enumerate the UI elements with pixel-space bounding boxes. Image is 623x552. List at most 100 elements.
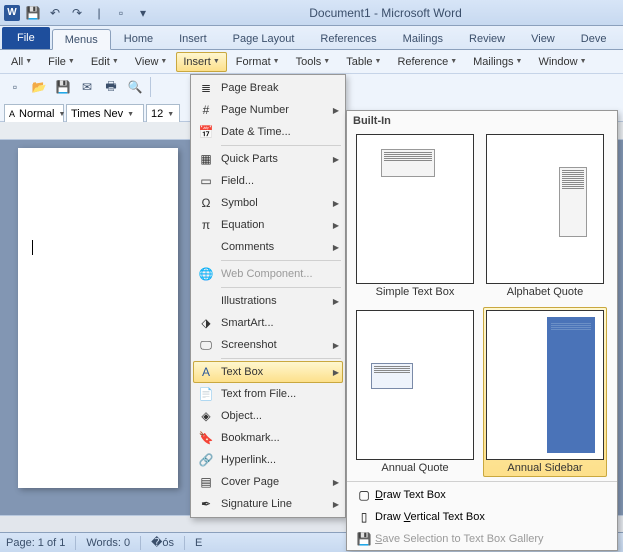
menu-window[interactable]: Window▼ (531, 52, 593, 72)
draw-textbox-icon: ▢ (353, 488, 375, 502)
status-proof-icon[interactable]: �ós (151, 536, 174, 549)
draw-vertical-text-box[interactable]: ▯Draw Vertical Text Box (347, 506, 617, 528)
menu-comments[interactable]: Comments▶ (193, 236, 343, 258)
menu-object[interactable]: ◈Object... (193, 405, 343, 427)
menu-file[interactable]: File▼ (41, 52, 82, 72)
tab-view[interactable]: View (518, 28, 568, 49)
save-selection-gallery: 💾Save Selection to Text Box Gallery (347, 528, 617, 550)
print-icon[interactable]: 🖶 (100, 76, 122, 98)
field-icon: ▭ (195, 172, 217, 190)
titlebar: W 💾 ↶ ↷ | ▫ ▾ Document1 - Microsoft Word (0, 0, 623, 26)
menu-date-time[interactable]: 📅Date & Time... (193, 121, 343, 143)
font-combo[interactable]: Times Nev▼ (66, 104, 144, 124)
gallery-separator (347, 481, 617, 482)
gallery-annual-sidebar[interactable]: Annual Sidebar (483, 307, 607, 477)
status-words[interactable]: Words: 0 (86, 537, 130, 549)
cover-page-icon: ▤ (195, 473, 217, 491)
menu-symbol[interactable]: ΩSymbol▶ (193, 192, 343, 214)
tab-references[interactable]: References (307, 28, 389, 49)
save-selection-icon: 💾 (353, 532, 375, 546)
tab-developer[interactable]: Deve (568, 28, 620, 49)
page-break-icon: ≣ (195, 79, 217, 97)
menu-all[interactable]: All▼ (4, 52, 39, 72)
open-icon[interactable]: 📂 (28, 76, 50, 98)
menu-mailings[interactable]: Mailings▼ (466, 52, 529, 72)
bookmark-icon: 🔖 (195, 429, 217, 447)
new-icon[interactable]: ▫ (4, 76, 26, 98)
tab-mailings[interactable]: Mailings (390, 28, 456, 49)
text-box-icon: A (195, 363, 217, 381)
text-file-icon: 📄 (195, 385, 217, 403)
draw-text-box[interactable]: ▢Draw Text Box (347, 484, 617, 506)
tab-file[interactable]: File (2, 27, 50, 49)
gallery-alphabet-quote[interactable]: Alphabet Quote (483, 131, 607, 301)
menu-page-break[interactable]: ≣Page Break (193, 77, 343, 99)
menu-separator (221, 145, 341, 146)
menu-text-box[interactable]: AText Box▶ (193, 361, 343, 383)
status-sep (140, 536, 141, 550)
menu-insert[interactable]: Insert▼ (176, 52, 226, 72)
tab-home[interactable]: Home (111, 28, 166, 49)
menu-table[interactable]: Table▼ (339, 52, 388, 72)
menu-equation[interactable]: πEquation▶ (193, 214, 343, 236)
status-sep (75, 536, 76, 550)
menu-illustrations[interactable]: Illustrations▶ (193, 290, 343, 312)
tab-pagelayout[interactable]: Page Layout (220, 28, 308, 49)
gallery-simple-text-box[interactable]: Simple Text Box (353, 131, 477, 301)
toolbar-sep (150, 77, 151, 97)
save-icon[interactable]: 💾 (24, 4, 42, 22)
menu-separator (221, 260, 341, 261)
size-combo[interactable]: 12▼ (146, 104, 180, 124)
qat-sep-icon: | (90, 4, 108, 22)
redo-icon[interactable]: ↷ (68, 4, 86, 22)
menu-quick-parts[interactable]: ▦Quick Parts▶ (193, 148, 343, 170)
menu-tools[interactable]: Tools▼ (289, 52, 338, 72)
quick-access-toolbar: 💾 ↶ ↷ | ▫ ▾ (24, 4, 152, 22)
menu-format[interactable]: Format▼ (229, 52, 287, 72)
classic-menubar: All▼ File▼ Edit▼ View▼ Insert▼ Format▼ T… (0, 50, 623, 74)
text-box-gallery: Built-In Simple Text Box Alphabet Quote … (346, 110, 618, 551)
tab-review[interactable]: Review (456, 28, 518, 49)
screenshot-icon: 🖵 (195, 336, 217, 354)
page-number-icon: # (195, 101, 217, 119)
text-cursor (32, 240, 33, 255)
menu-field[interactable]: ▭Field... (193, 170, 343, 192)
menu-reference[interactable]: Reference▼ (390, 52, 464, 72)
preview-icon[interactable]: 🔍 (124, 76, 146, 98)
status-page[interactable]: Page: 1 of 1 (6, 537, 65, 549)
menu-cover-page[interactable]: ▤Cover Page▶ (193, 471, 343, 493)
menu-edit[interactable]: Edit▼ (84, 52, 126, 72)
menu-separator (221, 287, 341, 288)
symbol-icon: Ω (195, 194, 217, 212)
menu-hyperlink[interactable]: 🔗Hyperlink... (193, 449, 343, 471)
menu-screenshot[interactable]: 🖵Screenshot▶ (193, 334, 343, 356)
menu-web-component: 🌐Web Component... (193, 263, 343, 285)
menu-signature-line[interactable]: ✒Signature Line▶ (193, 493, 343, 515)
qat-customize-icon[interactable]: ▾ (134, 4, 152, 22)
new-doc-icon[interactable]: ▫ (112, 4, 130, 22)
object-icon: ◈ (195, 407, 217, 425)
gallery-annual-quote[interactable]: Annual Quote (353, 307, 477, 477)
status-sep (184, 536, 185, 550)
smartart-icon: ⬗ (195, 314, 217, 332)
undo-icon[interactable]: ↶ (46, 4, 64, 22)
ribbon-tabs: File Menus Home Insert Page Layout Refer… (0, 26, 623, 50)
menu-page-number[interactable]: #Page Number▶ (193, 99, 343, 121)
insert-dropdown: ≣Page Break #Page Number▶ 📅Date & Time..… (190, 74, 346, 518)
status-lang[interactable]: E (195, 537, 202, 549)
date-time-icon: 📅 (195, 123, 217, 141)
menu-text-from-file[interactable]: 📄Text from File... (193, 383, 343, 405)
menu-smartart[interactable]: ⬗SmartArt... (193, 312, 343, 334)
save-icon[interactable]: 💾 (52, 76, 74, 98)
menu-view[interactable]: View▼ (128, 52, 175, 72)
web-component-icon: 🌐 (195, 265, 217, 283)
word-app-icon: W (4, 5, 20, 21)
gallery-grid: Simple Text Box Alphabet Quote Annual Qu… (347, 127, 617, 479)
tab-menus[interactable]: Menus (52, 29, 111, 50)
document-page[interactable] (18, 148, 178, 488)
tab-insert[interactable]: Insert (166, 28, 220, 49)
style-combo[interactable]: ANormal▼ (4, 104, 64, 124)
menu-separator (221, 358, 341, 359)
mail-icon[interactable]: ✉ (76, 76, 98, 98)
menu-bookmark[interactable]: 🔖Bookmark... (193, 427, 343, 449)
